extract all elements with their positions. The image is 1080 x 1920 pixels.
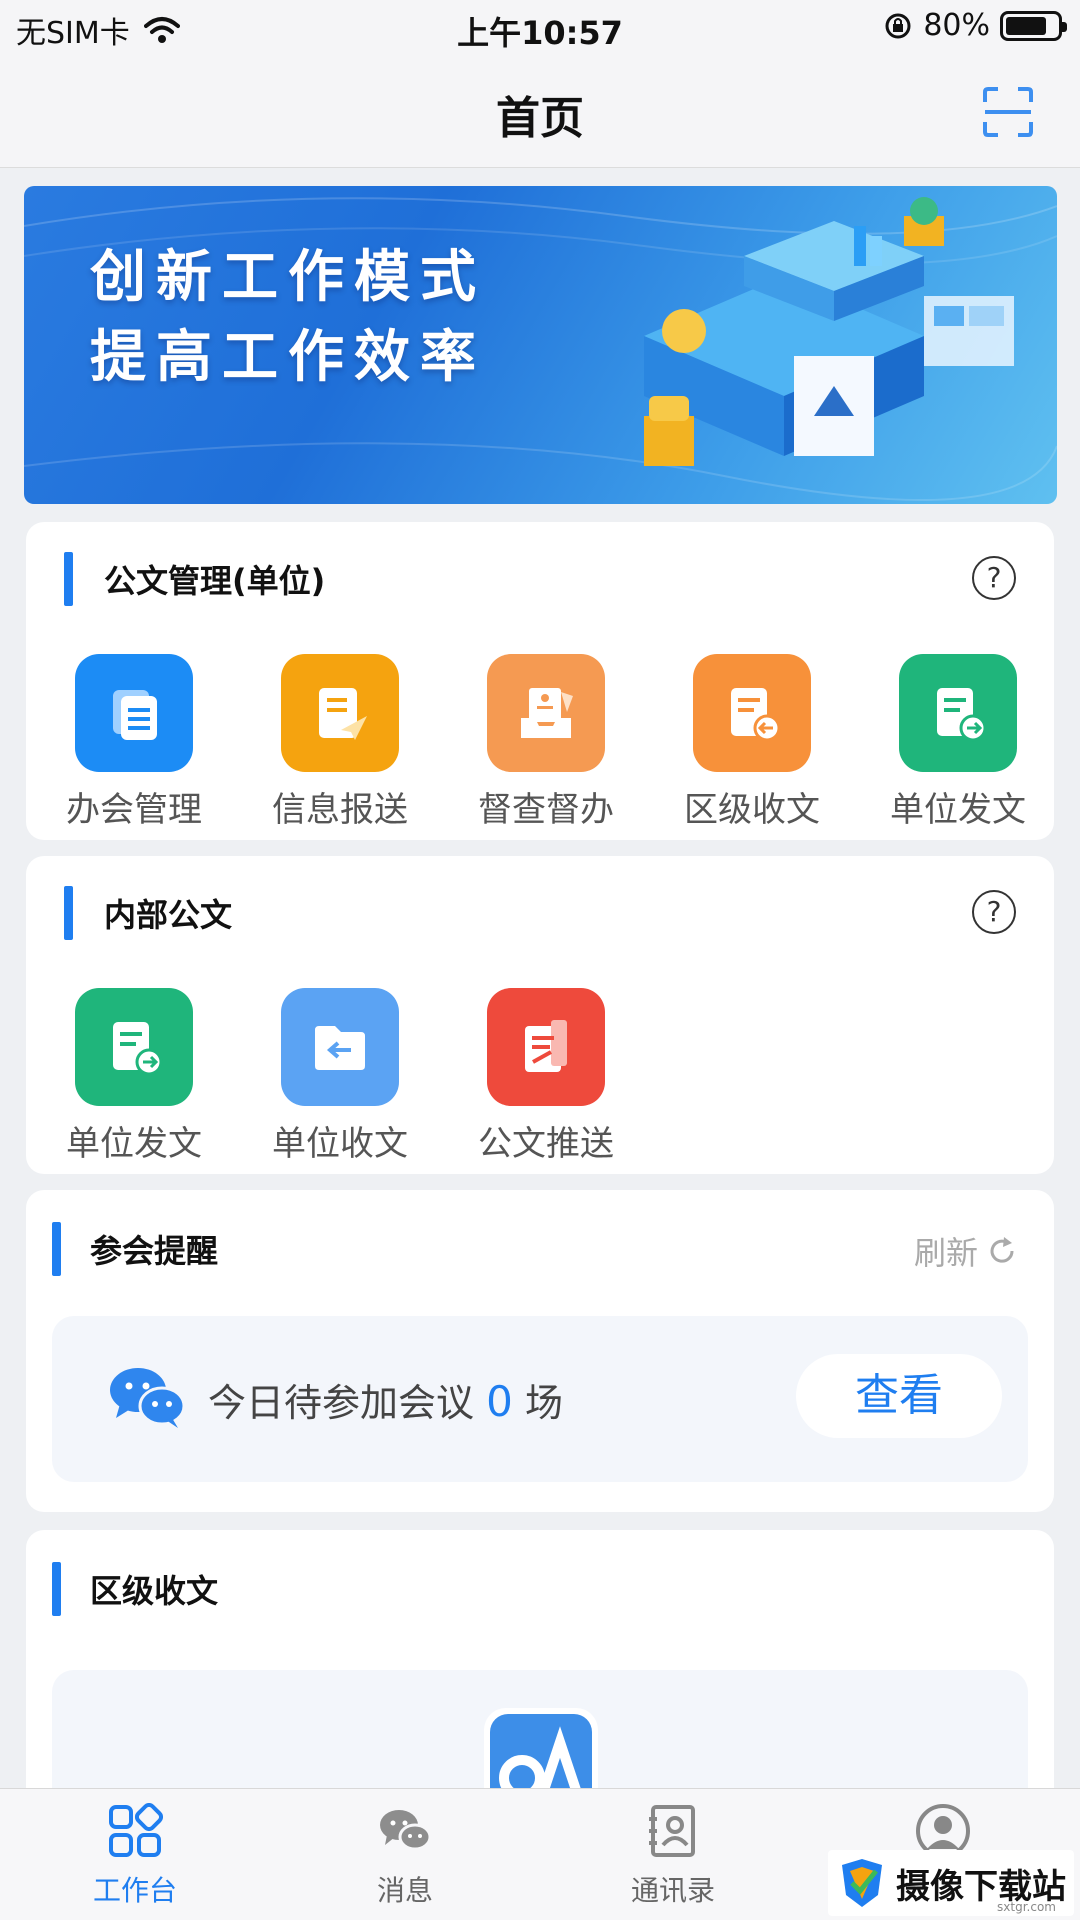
meeting-text-suffix: 场 bbox=[524, 1381, 563, 1425]
grid-item-label: 信息报送 bbox=[272, 790, 408, 830]
tab-messages[interactable]: 消息 bbox=[330, 1803, 480, 1909]
inbox-person-icon bbox=[487, 654, 605, 772]
grid-item-label: 单位收文 bbox=[272, 1124, 408, 1164]
meeting-reminder-title: 参会提醒 bbox=[90, 1232, 219, 1270]
contacts-icon bbox=[649, 1805, 695, 1857]
grid-item-label: 区级收文 bbox=[684, 790, 820, 830]
doc-receive-icon bbox=[693, 654, 811, 772]
tab-workbench[interactable]: 工作台 bbox=[60, 1802, 210, 1909]
grid-item-meeting-management[interactable]: 办会管理 bbox=[54, 654, 214, 831]
rotation-lock-icon bbox=[885, 13, 911, 38]
doc-send-icon bbox=[75, 988, 193, 1106]
chat-icon bbox=[380, 1810, 432, 1851]
help-icon[interactable]: ? bbox=[972, 890, 1016, 934]
grid-item-district-receipt[interactable]: 区级收文 bbox=[672, 654, 832, 831]
wechat-chat-icon bbox=[110, 1368, 186, 1428]
banner[interactable]: 创新工作模式 提高工作效率 bbox=[24, 186, 1057, 504]
battery-level bbox=[1006, 16, 1046, 35]
meeting-text-prefix: 今日待参加会议 bbox=[208, 1381, 475, 1425]
section-accent-bar bbox=[64, 886, 73, 940]
section-accent-bar bbox=[52, 1222, 61, 1276]
battery-icon bbox=[1000, 10, 1067, 41]
official-docs-card: 公文管理(单位) ? 办会管理 信息报送 督查督办 区级收文 单位发文 bbox=[26, 522, 1054, 840]
refresh-label: 刷新 bbox=[913, 1234, 978, 1272]
grid-icon bbox=[109, 1802, 164, 1857]
refresh-icon bbox=[990, 1237, 1014, 1263]
grid-item-label: 办会管理 bbox=[66, 790, 202, 830]
grid-item-label: 单位发文 bbox=[66, 1124, 202, 1164]
grid-item-unit-dispatch[interactable]: 单位发文 bbox=[878, 654, 1038, 831]
doc-send-icon bbox=[899, 654, 1017, 772]
watermark-sub: sxtgr.com bbox=[997, 1900, 1056, 1914]
documents-icon bbox=[75, 654, 193, 772]
internal-docs-card: 内部公文 ? 单位发文 单位收文 公文推送 bbox=[26, 856, 1054, 1174]
view-button[interactable]: 查看 bbox=[796, 1354, 1002, 1438]
meeting-summary: 今日待参加会议 0 场 查看 bbox=[52, 1316, 1028, 1482]
grid-item-unit-receipt[interactable]: 单位收文 bbox=[260, 988, 420, 1165]
grid-item-supervision[interactable]: 督查督办 bbox=[466, 654, 626, 831]
doc-push-icon bbox=[487, 988, 605, 1106]
district-docs-title: 区级收文 bbox=[90, 1572, 219, 1610]
folder-receive-icon bbox=[281, 988, 399, 1106]
grid-item-label: 单位发文 bbox=[890, 790, 1026, 830]
banner-line-2: 提高工作效率 bbox=[90, 325, 486, 390]
meeting-count-text: 今日待参加会议 0 场 bbox=[208, 1372, 563, 1427]
tab-contacts[interactable]: 通讯录 bbox=[598, 1803, 748, 1909]
grid-item-unit-dispatch[interactable]: 单位发文 bbox=[54, 988, 214, 1165]
internal-docs-title: 内部公文 bbox=[104, 896, 233, 934]
refresh-button[interactable]: 刷新 bbox=[914, 1228, 1018, 1274]
battery-percent: 80% bbox=[923, 8, 990, 43]
grid-item-info-submission[interactable]: 信息报送 bbox=[260, 654, 420, 831]
grid-item-doc-push[interactable]: 公文推送 bbox=[466, 988, 626, 1165]
tab-label: 工作台 bbox=[92, 1874, 177, 1907]
status-right: 80% bbox=[883, 8, 1067, 43]
district-docs-card: 区级收文 bbox=[26, 1530, 1054, 1830]
section-accent-bar bbox=[64, 552, 73, 606]
official-docs-title: 公文管理(单位) bbox=[104, 562, 326, 600]
paper-plane-doc-icon bbox=[281, 654, 399, 772]
meeting-reminder-card: 参会提醒 刷新 今日待参加会议 0 场 查看 bbox=[26, 1190, 1054, 1512]
status-bar: 无SIM卡 上午10:57 80% bbox=[0, 0, 1080, 56]
help-icon[interactable]: ? bbox=[972, 556, 1016, 600]
banner-line-1: 创新工作模式 bbox=[90, 245, 486, 310]
watermark-logo bbox=[842, 1859, 882, 1907]
scan-icon[interactable] bbox=[982, 86, 1034, 138]
page-title: 首页 bbox=[496, 93, 584, 144]
meeting-count: 0 bbox=[486, 1377, 513, 1426]
watermark: 摄像下载站 sxtgr.com bbox=[828, 1850, 1074, 1916]
tab-label: 消息 bbox=[376, 1874, 433, 1907]
grid-item-label: 督查督办 bbox=[478, 790, 614, 830]
tab-label: 通讯录 bbox=[630, 1874, 715, 1907]
section-accent-bar bbox=[52, 1562, 61, 1616]
grid-item-label: 公文推送 bbox=[478, 1124, 614, 1164]
nav-bar: 首页 bbox=[0, 56, 1080, 168]
